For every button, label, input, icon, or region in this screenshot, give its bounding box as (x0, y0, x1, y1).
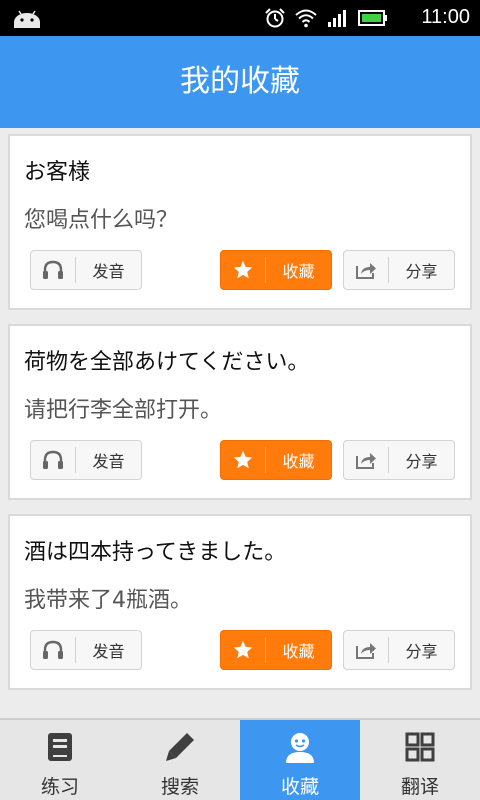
battery-icon (358, 10, 387, 26)
pronounce-label: 发音 (92, 642, 125, 661)
headphones-icon (31, 440, 75, 480)
tab-label: 练习 (40, 776, 79, 798)
tab-label: 搜索 (160, 776, 199, 798)
status-bar: 11:00 (0, 0, 480, 36)
japanese-text: 酒は四本持ってきました。 (24, 540, 287, 565)
signal-icon (328, 10, 346, 27)
status-icons (264, 8, 388, 28)
chinese-text: 您喝点什么吗？ (24, 208, 179, 233)
share-icon (344, 250, 388, 290)
pencil-icon (166, 733, 194, 761)
pronounce-button[interactable]: 发音 (30, 630, 142, 670)
headphones-icon (31, 250, 75, 290)
practice-icon (48, 733, 72, 761)
chinese-text: 请把行李全部打开。 (24, 398, 223, 423)
tab-label: 翻译 (400, 776, 439, 798)
pronounce-label: 发音 (92, 452, 125, 471)
star-icon (221, 440, 265, 480)
android-icon (14, 10, 40, 28)
page-title: 我的收藏 (180, 64, 300, 99)
favorite-label: 收藏 (282, 452, 315, 471)
favorite-button[interactable]: 收藏 (220, 250, 332, 290)
share-label: 分享 (405, 452, 438, 471)
japanese-text: お客様 (24, 160, 91, 185)
share-icon (344, 440, 388, 480)
share-button[interactable]: 分享 (343, 250, 455, 290)
star-icon (221, 250, 265, 290)
tab-label: 收藏 (280, 776, 319, 798)
headphones-icon (31, 630, 75, 670)
japanese-text: 荷物を全部あけてください。 (24, 350, 310, 375)
pronounce-label: 发音 (92, 262, 125, 281)
star-icon (221, 630, 265, 670)
favorite-label: 收藏 (282, 262, 315, 281)
tab-search[interactable]: 搜索 (120, 720, 240, 800)
grid-icon (405, 732, 435, 762)
chinese-text: 我带来了4瓶酒。 (24, 588, 192, 613)
share-label: 分享 (405, 642, 438, 661)
share-label: 分享 (405, 262, 438, 281)
list-item: お客様 您喝点什么吗？ 发音 收藏 分享 (8, 134, 472, 310)
pronounce-button[interactable]: 发音 (30, 250, 142, 290)
favorites-list: お客様 您喝点什么吗？ 发音 收藏 分享 荷物を全部あけてください。 请把行李全… (0, 128, 480, 718)
share-button[interactable]: 分享 (343, 440, 455, 480)
list-item: 酒は四本持ってきました。 我带来了4瓶酒。 发音 收藏 分享 (8, 514, 472, 690)
share-icon (344, 630, 388, 670)
share-button[interactable]: 分享 (343, 630, 455, 670)
user-icon (286, 733, 314, 763)
wifi-icon (295, 9, 317, 28)
pronounce-button[interactable]: 发音 (30, 440, 142, 480)
tab-translate[interactable]: 翻译 (360, 720, 480, 800)
tab-favorites[interactable]: 收藏 (240, 720, 360, 800)
list-item: 荷物を全部あけてください。 请把行李全部打开。 发音 收藏 分享 (8, 324, 472, 500)
favorite-label: 收藏 (282, 642, 315, 661)
alarm-icon (265, 8, 285, 28)
favorite-button[interactable]: 收藏 (220, 440, 332, 480)
favorite-button[interactable]: 收藏 (220, 630, 332, 670)
status-time: 11:00 (421, 6, 470, 28)
bottom-nav: 练习 搜索 收藏 翻译 (0, 718, 480, 800)
tab-practice[interactable]: 练习 (0, 720, 120, 800)
title-bar: 我的收藏 (0, 36, 480, 128)
